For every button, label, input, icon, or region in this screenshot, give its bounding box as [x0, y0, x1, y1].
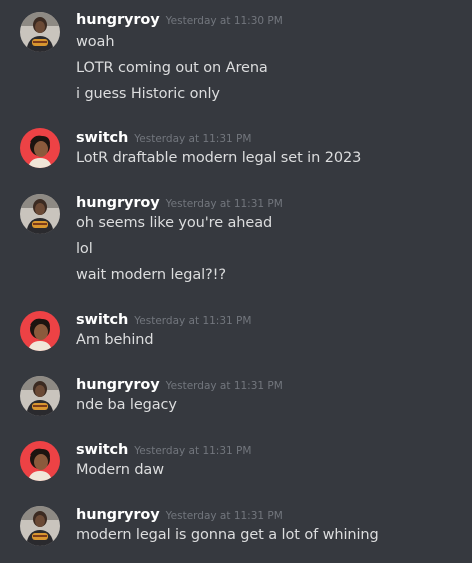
timestamp: Yesterday at 11:31 PM	[134, 133, 252, 145]
username[interactable]: hungryroy	[76, 377, 160, 393]
username[interactable]: hungryroy	[76, 12, 160, 28]
hungryroy-avatar-icon	[20, 506, 60, 546]
avatar[interactable]	[20, 128, 60, 168]
message-text: oh seems like you're ahead	[76, 215, 273, 231]
hungryroy-avatar-icon	[20, 194, 60, 234]
message-text: woah	[76, 34, 115, 50]
timestamp: Yesterday at 11:31 PM	[165, 510, 283, 522]
hungryroy-avatar-icon	[20, 12, 60, 52]
timestamp: Yesterday at 11:31 PM	[165, 198, 283, 210]
timestamp: Yesterday at 11:30 PM	[165, 15, 283, 27]
message-text: lol	[76, 241, 93, 257]
username[interactable]: switch	[76, 442, 128, 458]
hungryroy-avatar-icon	[20, 376, 60, 416]
avatar[interactable]	[20, 311, 60, 351]
message-text: i guess Historic only	[76, 86, 220, 102]
message-text: wait modern legal?!?	[76, 267, 226, 283]
username[interactable]: switch	[76, 130, 128, 146]
switch-avatar-icon	[20, 311, 60, 351]
message-text: LOTR coming out on Arena	[76, 60, 268, 76]
avatar[interactable]	[20, 441, 60, 481]
avatar[interactable]	[20, 506, 60, 546]
switch-avatar-icon	[20, 441, 60, 481]
timestamp: Yesterday at 11:31 PM	[134, 445, 252, 457]
message-text: nde ba legacy	[76, 397, 177, 413]
message-text: Am behind	[76, 332, 154, 348]
message-text: Modern daw	[76, 462, 164, 478]
message-text: LotR draftable modern legal set in 2023	[76, 150, 362, 166]
timestamp: Yesterday at 11:31 PM	[134, 315, 252, 327]
switch-avatar-icon	[20, 128, 60, 168]
username[interactable]: hungryroy	[76, 195, 160, 211]
avatar[interactable]	[20, 12, 60, 52]
message-text: modern legal is gonna get a lot of whini…	[76, 527, 379, 543]
username[interactable]: switch	[76, 312, 128, 328]
timestamp: Yesterday at 11:31 PM	[165, 380, 283, 392]
avatar[interactable]	[20, 194, 60, 234]
avatar[interactable]	[20, 376, 60, 416]
username[interactable]: hungryroy	[76, 507, 160, 523]
